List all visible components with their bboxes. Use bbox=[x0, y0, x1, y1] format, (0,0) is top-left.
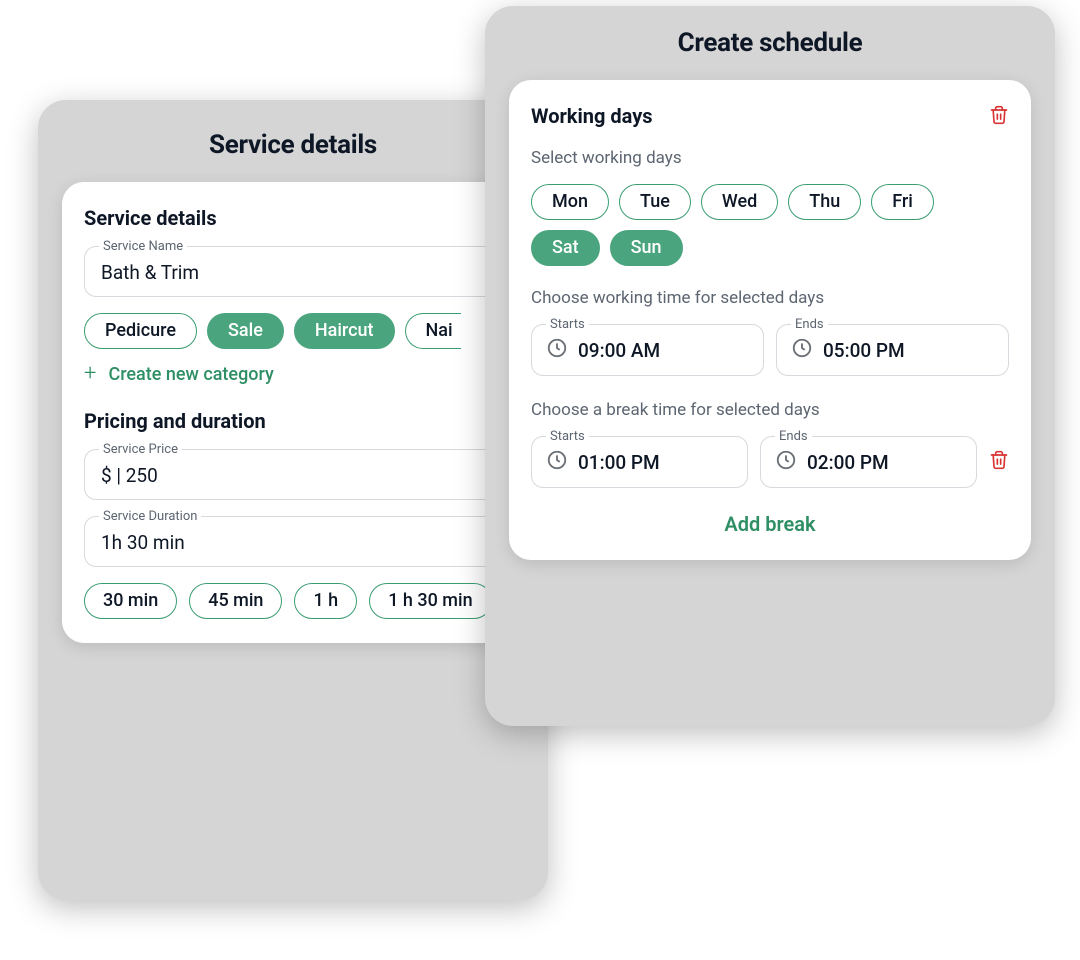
day-chip-sun[interactable]: Sun bbox=[610, 230, 683, 266]
create-category-label: Create new category bbox=[108, 364, 273, 385]
break-time-subtitle: Choose a break time for selected days bbox=[531, 400, 1009, 420]
create-schedule-title: Create schedule bbox=[509, 28, 1031, 58]
working-starts-label: Starts bbox=[546, 317, 589, 332]
service-name-label: Service Name bbox=[99, 239, 187, 254]
day-chip-thu[interactable]: Thu bbox=[788, 184, 861, 220]
category-chip-pedicure[interactable]: Pedicure bbox=[84, 313, 197, 349]
break-ends-value: 02:00 PM bbox=[807, 451, 889, 474]
working-time-row: Starts 09:00 AM Ends 05:00 PM bbox=[531, 324, 1009, 376]
select-days-subtitle: Select working days bbox=[531, 148, 1009, 168]
category-chip-sale[interactable]: Sale bbox=[207, 313, 284, 349]
clock-icon bbox=[546, 449, 568, 475]
duration-chip-1h30min[interactable]: 1 h 30 min bbox=[369, 583, 491, 619]
working-starts-input[interactable]: Starts 09:00 AM bbox=[531, 324, 764, 376]
service-price-label: Service Price bbox=[99, 442, 182, 457]
day-chip-mon[interactable]: Mon bbox=[531, 184, 609, 220]
create-category-button[interactable]: + Create new category bbox=[84, 363, 502, 385]
break-ends-label: Ends bbox=[775, 429, 812, 444]
service-details-section-title: Service details bbox=[84, 206, 502, 230]
service-price-value: $ | 250 bbox=[101, 460, 485, 487]
working-ends-value: 05:00 PM bbox=[823, 339, 905, 362]
create-schedule-panel: Create schedule Working days Select work… bbox=[485, 6, 1055, 726]
duration-chip-1h[interactable]: 1 h bbox=[294, 583, 357, 619]
duration-chip-45min[interactable]: 45 min bbox=[189, 583, 282, 619]
break-starts-input[interactable]: Starts 01:00 PM bbox=[531, 436, 748, 488]
days-row: Mon Tue Wed Thu Fri Sat Sun bbox=[531, 184, 1009, 266]
trash-icon bbox=[989, 104, 1009, 130]
duration-chip-30min[interactable]: 30 min bbox=[84, 583, 177, 619]
service-details-title: Service details bbox=[62, 130, 524, 160]
service-details-card: Service details Service Name Bath & Trim… bbox=[62, 182, 524, 643]
plus-icon: + bbox=[84, 363, 96, 385]
clock-icon bbox=[791, 337, 813, 363]
service-price-input[interactable]: Service Price $ | 250 bbox=[84, 449, 502, 500]
day-chip-tue[interactable]: Tue bbox=[619, 184, 691, 220]
working-days-title: Working days bbox=[531, 104, 653, 128]
break-time-row: Starts 01:00 PM Ends 02:00 PM bbox=[531, 436, 1009, 488]
clock-icon bbox=[546, 337, 568, 363]
category-chip-nail[interactable]: Nai bbox=[405, 313, 461, 349]
service-name-value: Bath & Trim bbox=[101, 257, 485, 284]
service-details-panel: Service details Service details Service … bbox=[38, 100, 548, 900]
category-chips-row: Pedicure Sale Haircut Nai bbox=[84, 313, 502, 349]
working-starts-value: 09:00 AM bbox=[578, 339, 660, 362]
service-name-input[interactable]: Service Name Bath & Trim bbox=[84, 246, 502, 297]
break-ends-input[interactable]: Ends 02:00 PM bbox=[760, 436, 977, 488]
day-chip-sat[interactable]: Sat bbox=[531, 230, 600, 266]
service-duration-label: Service Duration bbox=[99, 509, 201, 524]
duration-chips-row: 30 min 45 min 1 h 1 h 30 min 2 bbox=[84, 583, 502, 619]
service-duration-input[interactable]: Service Duration 1h 30 min bbox=[84, 516, 502, 567]
trash-icon bbox=[989, 449, 1009, 475]
working-ends-input[interactable]: Ends 05:00 PM bbox=[776, 324, 1009, 376]
pricing-section-title: Pricing and duration bbox=[84, 409, 502, 433]
delete-break-button[interactable] bbox=[989, 449, 1009, 475]
delete-schedule-button[interactable] bbox=[989, 104, 1009, 130]
create-schedule-card: Working days Select working days Mon Tue… bbox=[509, 80, 1031, 560]
working-ends-label: Ends bbox=[791, 317, 828, 332]
break-starts-value: 01:00 PM bbox=[578, 451, 660, 474]
service-duration-value: 1h 30 min bbox=[101, 527, 485, 554]
day-chip-fri[interactable]: Fri bbox=[871, 184, 934, 220]
add-break-button[interactable]: Add break bbox=[531, 512, 1009, 536]
break-starts-label: Starts bbox=[546, 429, 589, 444]
clock-icon bbox=[775, 449, 797, 475]
day-chip-wed[interactable]: Wed bbox=[701, 184, 778, 220]
working-time-subtitle: Choose working time for selected days bbox=[531, 288, 1009, 308]
category-chip-haircut[interactable]: Haircut bbox=[294, 313, 395, 349]
